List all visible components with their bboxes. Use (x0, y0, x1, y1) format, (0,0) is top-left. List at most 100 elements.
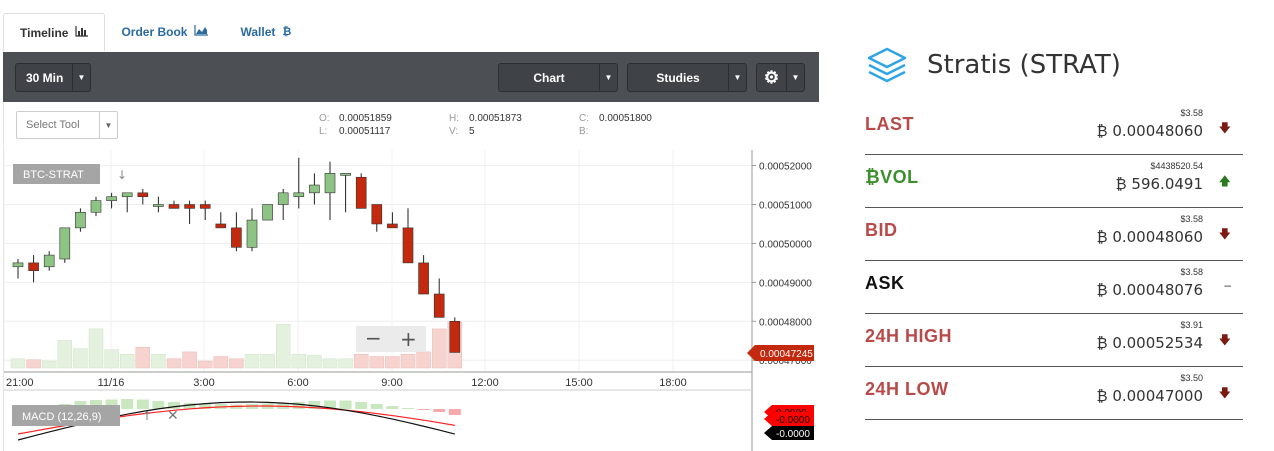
stat-row: ₿VOL $4438520.54 ₿ 596.0491 🡅 (865, 155, 1243, 208)
volume-bar (213, 356, 229, 369)
bitcoin-icon: ₿ (1096, 387, 1108, 405)
candle (449, 320, 461, 353)
candle (137, 192, 149, 198)
macd-histogram-bar (121, 399, 134, 409)
volume-bar (229, 358, 244, 369)
stat-usd: $3.58 (1180, 214, 1203, 224)
svg-text:-0.0000: -0.0000 (776, 429, 810, 440)
settings-dropdown[interactable]: ⚙ ▼ (756, 63, 805, 92)
candle (246, 219, 258, 248)
volume-bar (73, 348, 88, 369)
x-tick-label: 12:00 (471, 377, 499, 389)
candle (59, 227, 71, 260)
volume-bar (291, 353, 307, 369)
candle (418, 262, 429, 295)
candlestick-chart[interactable]: 0.00052000 0.00051000 0.00050000 0.00049000… (4, 102, 820, 451)
candle (402, 227, 414, 264)
chevron-down-icon: ▼ (786, 64, 804, 91)
volume-bar (385, 356, 400, 369)
y-axis: 0.00052000 0.00051000 0.00050000 0.00049000… (752, 162, 812, 367)
x-tick-label: 3:00 (193, 377, 214, 389)
chart-toolbar: 30 Min ▼ Chart ▼ Studies ▼ ⚙ ▼ (3, 52, 819, 102)
stat-row: BID $3.58 ₿ 0.00048060 🡇 (865, 208, 1243, 261)
candle (121, 192, 133, 198)
volume-bar (119, 353, 135, 369)
volume-bar (197, 360, 213, 369)
zoom-out-button[interactable]: − (365, 326, 382, 350)
bitcoin-icon: ₿ (1096, 334, 1108, 352)
stat-btc: ₿ 0.00048060 (1096, 228, 1203, 246)
candle (90, 200, 102, 213)
trend-arrow-icon: 🡇 (1218, 121, 1231, 135)
volume-bar (41, 360, 57, 369)
bitcoin-icon: ₿ (1096, 228, 1108, 246)
candle (75, 211, 86, 229)
arrow-up-icon: ↑ (142, 409, 152, 423)
macd-histogram-bar (355, 402, 368, 409)
trend-arrow-icon: 🡇 (1218, 333, 1231, 347)
volume-bar (182, 351, 197, 369)
candle (28, 262, 39, 271)
market-title: Stratis (STRAT) (927, 50, 1121, 80)
candle (184, 204, 195, 209)
bitcoin-icon: ₿ (1115, 175, 1127, 193)
stat-row: LAST $3.58 ₿ 0.00048060 🡇 (865, 102, 1243, 155)
tab-wallet[interactable]: Wallet ₿ (224, 13, 307, 51)
candle (277, 192, 289, 205)
y-tick-label: 0.00050000 (759, 239, 812, 250)
chart-type-dropdown[interactable]: Chart ▼ (498, 63, 618, 92)
candle (293, 192, 305, 198)
macd-histogram-bar (136, 399, 149, 409)
stat-usd: $4438520.54 (1150, 161, 1203, 171)
bitcoin-icon: ₿ (1096, 281, 1108, 299)
interval-dropdown[interactable]: 30 Min ▼ (15, 63, 91, 92)
stat-btc: ₿ 0.00048060 (1096, 122, 1203, 140)
tab-order-book[interactable]: Order Book (105, 13, 224, 51)
chart-area: Select Tool ▼ O: 0.00051859 L: 0.00051117 … (3, 102, 819, 451)
volume-bar (26, 359, 41, 369)
volume-bar (338, 358, 353, 369)
stat-btc: ₿ 0.00048076 (1096, 281, 1203, 299)
candle (106, 196, 117, 201)
candle (309, 184, 320, 194)
volume-bar (260, 353, 275, 369)
arrow-down-icon: ↓ (117, 168, 127, 182)
bitcoin-icon: ₿ (1096, 122, 1108, 140)
volume-bar (166, 358, 182, 369)
market-header: Stratis (STRAT) (865, 40, 1243, 90)
stat-btc: ₿ 596.0491 (1115, 175, 1203, 193)
stat-row: 24H HIGH $3.91 ₿ 0.00052534 🡇 (865, 314, 1243, 367)
y-tick-label: 0.00048000 (759, 317, 812, 328)
volume-bar (275, 324, 291, 369)
stat-usd: $3.50 (1180, 373, 1203, 383)
studies-dropdown[interactable]: Studies ▼ (627, 63, 747, 92)
volume-bar (307, 354, 322, 369)
candle (262, 204, 273, 221)
last-price-label: 0.00047245 (760, 349, 813, 360)
zoom-in-button[interactable]: + (400, 327, 417, 351)
x-tick-label: 15:00 (565, 377, 593, 389)
volume-bar (431, 328, 447, 369)
stat-row: 24H LOW $3.50 ₿ 0.00047000 🡇 (865, 367, 1243, 420)
stat-label: 24H LOW (865, 379, 949, 399)
trend-arrow-icon: 🡇 (1218, 227, 1231, 241)
stat-usd: $3.58 (1180, 267, 1203, 277)
volume-bar (322, 358, 338, 369)
trend-arrow-icon: 🡅 (1218, 174, 1231, 188)
candle (43, 254, 55, 268)
candle (199, 204, 211, 209)
svg-text:-0.0000: -0.0000 (776, 415, 810, 426)
x-tick-label: 18:00 (659, 377, 687, 389)
chart-label: Chart (533, 70, 565, 85)
volume-bar (57, 340, 73, 369)
macd-histogram-bar (433, 409, 446, 412)
stat-row: ASK $3.58 ₿ 0.00048076 – (865, 261, 1243, 314)
interval-label: 30 Min (26, 70, 64, 85)
y-tick-label: 0.00052000 (759, 162, 812, 173)
trend-arrow-icon: 🡇 (1218, 386, 1231, 400)
candles (12, 157, 461, 353)
candle (340, 173, 351, 176)
tab-timeline[interactable]: Timeline (3, 13, 106, 51)
tab-label: Order Book (121, 25, 188, 39)
stat-usd: $3.91 (1180, 320, 1203, 330)
